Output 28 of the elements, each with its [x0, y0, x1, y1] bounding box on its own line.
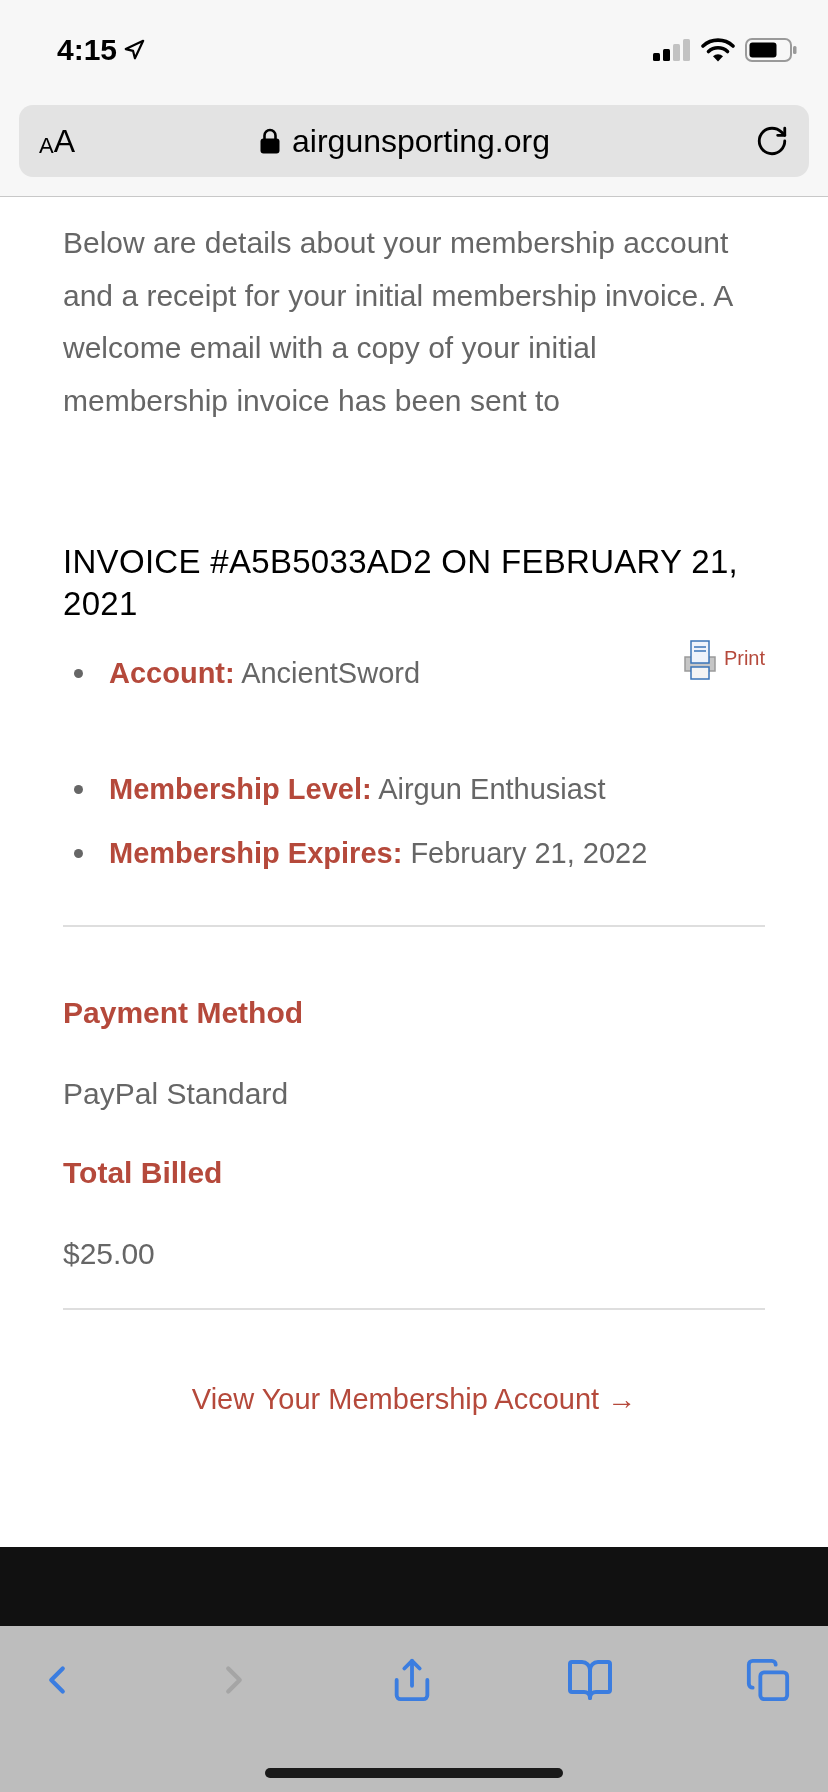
- bullet-icon: [74, 848, 83, 858]
- reload-button[interactable]: [755, 124, 789, 158]
- print-link[interactable]: Print: [683, 640, 765, 680]
- payment-value: $25.00: [63, 1236, 156, 1272]
- reload-icon: [755, 124, 789, 158]
- signal-icon: [653, 39, 691, 61]
- section-heading: Payment Method: [63, 995, 305, 1031]
- overlapping-squares-icon: [745, 1657, 791, 1703]
- location-arrow-icon: [123, 39, 146, 61]
- lock-icon: [260, 128, 281, 154]
- printer-icon: [683, 640, 716, 680]
- section-heading: Total Billed: [63, 1155, 224, 1191]
- bullet-icon: [74, 784, 83, 794]
- address-bar[interactable]: AA airgunsporting.org: [19, 105, 809, 177]
- payment-value: PayPal Standard: [63, 1076, 290, 1112]
- bullet-icon: [74, 668, 83, 678]
- battery-icon: [745, 38, 797, 62]
- status-time: 4:15: [57, 35, 118, 65]
- membership-account-link[interactable]: View Your Membership Account →: [191, 1379, 637, 1419]
- wifi-icon: [701, 38, 735, 62]
- detail-line: Membership Expires: February 21, 2022: [109, 836, 648, 871]
- text-size-button[interactable]: AA: [39, 125, 76, 157]
- url-text[interactable]: airgunsporting.org: [292, 125, 550, 157]
- detail-line: Account: AncientSword: [109, 656, 421, 691]
- intro-paragraph: Below are details about your membership account and a receipt for your initial membership invoice. A welcome email with a copy of your initial membership invoice has been sent to: [63, 225, 734, 419]
- invoice-title: INVOICE #A5B5033AD2 ON FEBRUARY 21, 2021: [63, 542, 740, 624]
- tabs-button[interactable]: [745, 1657, 791, 1703]
- detail-line: Membership Level: Airgun Enthusiast: [109, 772, 606, 807]
